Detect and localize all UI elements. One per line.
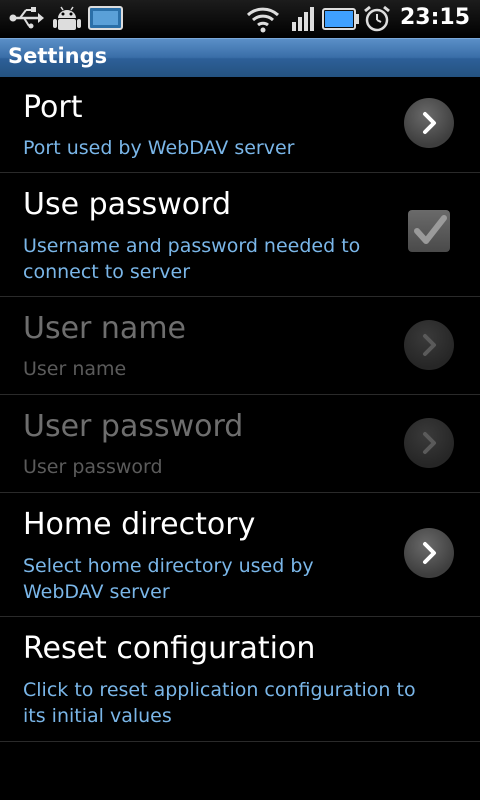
pref-home-directory[interactable]: Home directory Select home directory use… bbox=[0, 493, 480, 617]
chevron-right-icon[interactable] bbox=[404, 320, 454, 370]
pref-summary: Click to reset application configuration… bbox=[23, 679, 416, 727]
pref-port[interactable]: Port Port used by WebDAV server bbox=[0, 76, 480, 173]
pref-title: User name bbox=[23, 311, 186, 346]
pref-title: Use password bbox=[23, 187, 232, 222]
page-title: Settings bbox=[8, 44, 108, 68]
pref-summary: Port used by WebDAV server bbox=[23, 137, 295, 159]
pref-title: Home directory bbox=[23, 507, 256, 542]
pref-user-password[interactable]: User password User password bbox=[0, 395, 480, 493]
android-debug-icon bbox=[52, 4, 82, 38]
chevron-right-icon[interactable] bbox=[404, 418, 454, 468]
title-bar: Settings bbox=[0, 38, 480, 77]
chevron-right-icon[interactable] bbox=[404, 528, 454, 578]
alarm-icon bbox=[362, 4, 392, 38]
signal-icon bbox=[290, 4, 320, 38]
pref-use-password[interactable]: Use password Username and password neede… bbox=[0, 173, 480, 297]
pref-summary: Select home directory used by WebDAV ser… bbox=[23, 555, 314, 603]
pref-reset-configuration[interactable]: Reset configuration Click to reset appli… bbox=[0, 617, 480, 742]
pref-title: Port bbox=[23, 90, 83, 125]
clock: 23:15 bbox=[399, 5, 470, 30]
status-bar: 23:15 bbox=[0, 0, 480, 38]
pref-summary: Username and password needed to connect … bbox=[23, 235, 361, 283]
pref-summary: User password bbox=[23, 456, 163, 478]
pref-title: Reset configuration bbox=[23, 631, 316, 666]
battery-icon bbox=[322, 4, 360, 38]
usb-icon bbox=[8, 4, 44, 36]
use-password-checkbox[interactable] bbox=[408, 210, 450, 252]
battery-indicator-icon bbox=[88, 4, 124, 36]
chevron-right-icon[interactable] bbox=[404, 98, 454, 148]
pref-summary: User name bbox=[23, 358, 127, 380]
pref-user-name[interactable]: User name User name bbox=[0, 297, 480, 395]
pref-title: User password bbox=[23, 409, 244, 444]
wifi-icon bbox=[246, 4, 280, 38]
